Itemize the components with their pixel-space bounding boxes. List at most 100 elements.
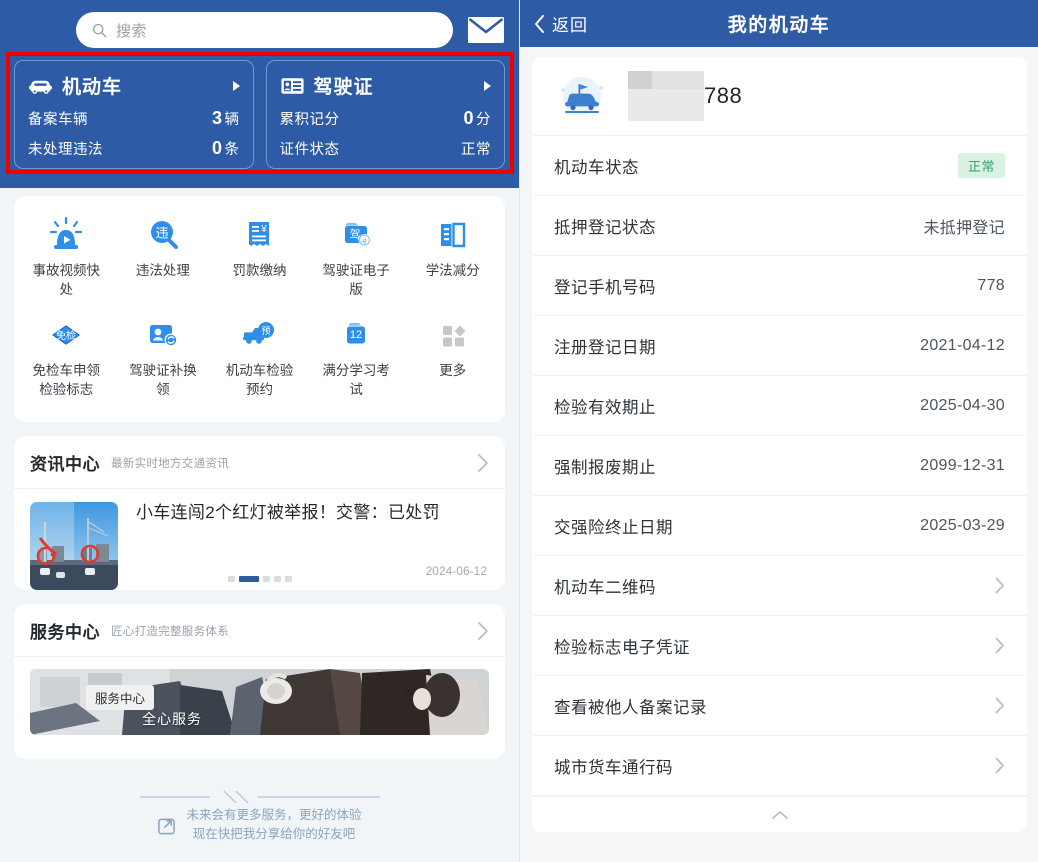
info-row-truck-pass-code[interactable]: 城市货车通行码	[532, 736, 1027, 796]
vehicle-row-number: 3	[212, 108, 223, 128]
info-label: 登记手机号码	[554, 274, 977, 298]
info-row-inspection-evoucher[interactable]: 检验标志电子凭证	[532, 616, 1027, 676]
svg-text:12: 12	[350, 329, 362, 341]
alarm-light-icon	[46, 215, 86, 255]
vehicle-card-title: 机动车	[62, 72, 224, 99]
news-center-header[interactable]: 资讯中心 最新实时地方交通资讯	[14, 436, 505, 489]
info-value: 778	[977, 277, 1005, 295]
vehicle-row-label: 备案车辆	[28, 108, 88, 129]
envelope-icon[interactable]	[467, 15, 505, 45]
info-value: 2025-04-30	[920, 397, 1005, 415]
grid-item-accident-video[interactable]: 事故视频快处	[18, 210, 115, 304]
detail-header: 返回 我的机动车	[520, 0, 1038, 47]
grid-item-label: 违法处理	[136, 262, 190, 281]
news-item[interactable]: 小车连闯2个红灯被举报！交警：已处罚 2024-06-12	[14, 489, 505, 590]
carousel-dot[interactable]	[263, 576, 270, 582]
info-label: 检验标志电子凭证	[554, 634, 995, 658]
truck-booking-icon: 预	[239, 315, 279, 355]
chevron-right-icon[interactable]	[484, 81, 491, 91]
news-carousel-dots[interactable]	[14, 576, 505, 582]
more-grid-icon	[433, 315, 473, 355]
share-box-icon[interactable]	[157, 816, 176, 835]
info-row-mortgage-status: 抵押登记状态 未抵押登记	[532, 196, 1027, 256]
info-row-vehicle-qrcode[interactable]: 机动车二维码	[532, 556, 1027, 616]
grid-item-label: 满分学习考试	[316, 362, 396, 399]
grid-item-license-replace[interactable]: 驾驶证补换领	[115, 310, 212, 404]
carousel-dot[interactable]	[274, 576, 281, 582]
grid-item-full-points-exam[interactable]: 12 满分学习考试	[308, 310, 405, 404]
info-label: 交强险终止日期	[554, 514, 920, 538]
license-card-header: 驾驶证	[280, 72, 492, 99]
service-center-card: 服务中心 匠心打造完整服务体系	[14, 604, 505, 759]
service-center-header[interactable]: 服务中心 匠心打造完整服务体系	[14, 604, 505, 657]
twelve-points-icon: 12	[336, 315, 376, 355]
receipt-yuan-icon: ¥	[239, 215, 279, 255]
share-text: 未来会有更多服务，更好的体验 现在快把我分享给你的好友吧	[186, 806, 361, 845]
info-label: 查看被他人备案记录	[554, 694, 995, 718]
chevron-right-icon[interactable]	[995, 637, 1005, 654]
grid-item-inspection-booking[interactable]: 预 机动车检验预约	[211, 310, 308, 404]
carousel-dot-active[interactable]	[239, 576, 259, 582]
news-center-title: 资讯中心	[30, 450, 100, 475]
vehicle-row-unit: 辆	[225, 112, 240, 128]
vehicle-summary-card[interactable]: 机动车 备案车辆 3辆 未处理违法 0条	[14, 60, 254, 169]
chevron-right-icon[interactable]	[477, 453, 489, 473]
vehicle-row-unit: 条	[225, 142, 240, 158]
info-value: 2021-04-12	[920, 337, 1005, 355]
redacted-plate-block	[628, 71, 704, 121]
chevron-up-icon[interactable]	[770, 809, 790, 821]
license-row-label: 累积记分	[280, 108, 340, 129]
grid-item-label: 免检车申领检验标志	[26, 362, 106, 399]
grid-item-label: 更多	[439, 362, 466, 381]
chevron-right-icon[interactable]	[995, 577, 1005, 594]
share-prompt[interactable]: 未来会有更多服务，更好的体验 现在快把我分享给你的好友吧	[157, 806, 361, 845]
info-row-insurance-end: 交强险终止日期 2025-03-29	[532, 496, 1027, 556]
share-footer: 未来会有更多服务，更好的体验 现在快把我分享给你的好友吧	[0, 790, 519, 845]
grid-item-label: 事故视频快处	[26, 262, 106, 299]
service-center-subtitle: 匠心打造完整服务体系	[111, 623, 477, 639]
grid-item-study-points[interactable]: 学法减分	[404, 210, 501, 304]
info-label: 机动车状态	[554, 154, 958, 178]
info-value: 2099-12-31	[920, 457, 1005, 475]
vehicle-row-value: 0条	[212, 138, 240, 159]
vehicle-row-value: 3辆	[212, 108, 240, 129]
vehicle-detail-panel: 返回 我的机动车	[519, 0, 1038, 862]
violation-search-icon: 违	[143, 215, 183, 255]
search-icon	[92, 23, 107, 38]
grid-item-label: 驾驶证补换领	[123, 362, 203, 399]
service-center-title: 服务中心	[30, 618, 100, 643]
license-e-icon: 驾 e	[336, 215, 376, 255]
grid-item-exempt-inspection[interactable]: 免检 免检车申领检验标志	[18, 310, 115, 404]
chevron-right-icon[interactable]	[233, 81, 240, 91]
news-center-card: 资讯中心 最新实时地方交通资讯	[14, 436, 505, 590]
summary-cards: 机动车 备案车辆 3辆 未处理违法 0条	[14, 60, 505, 169]
chevron-right-icon[interactable]	[995, 757, 1005, 774]
chevron-right-icon[interactable]	[477, 621, 489, 641]
grid-item-more[interactable]: 更多	[404, 310, 501, 404]
chevron-right-icon[interactable]	[995, 697, 1005, 714]
share-line-2: 现在快把我分享给你的好友吧	[186, 825, 361, 844]
plate-number-visible: 788	[704, 83, 742, 109]
svg-text:免检: 免检	[56, 329, 76, 342]
grid-item-label: 机动车检验预约	[219, 362, 299, 399]
license-card-title: 驾驶证	[314, 72, 476, 99]
vehicle-card-header: 机动车	[28, 72, 240, 99]
grid-item-fine-payment[interactable]: ¥ 罚款缴纳	[211, 210, 308, 304]
info-row-scrap-date: 强制报废期止 2099-12-31	[532, 436, 1027, 496]
info-label: 注册登记日期	[554, 334, 920, 358]
carousel-dot[interactable]	[228, 576, 235, 582]
search-input[interactable]: 搜索	[76, 12, 453, 48]
license-card-icon	[280, 75, 305, 97]
grid-item-label: 驾驶证电子版	[316, 262, 396, 299]
info-row-filing-records[interactable]: 查看被他人备案记录	[532, 676, 1027, 736]
status-badge: 正常	[958, 153, 1005, 178]
info-value: 2025-03-29	[920, 517, 1005, 535]
news-headline: 小车连闯2个红灯被举报！交警：已处罚	[136, 502, 489, 524]
grid-item-violation-handling[interactable]: 违 违法处理	[115, 210, 212, 304]
service-banner[interactable]: 服务中心 全心服务	[30, 669, 489, 735]
carousel-dot[interactable]	[285, 576, 292, 582]
id-replace-icon	[143, 315, 183, 355]
license-summary-card[interactable]: 驾驶证 累积记分 0分 证件状态 正常	[266, 60, 506, 169]
collapse-toggle[interactable]	[532, 796, 1027, 832]
grid-item-digital-license[interactable]: 驾 e 驾驶证电子版	[308, 210, 405, 304]
